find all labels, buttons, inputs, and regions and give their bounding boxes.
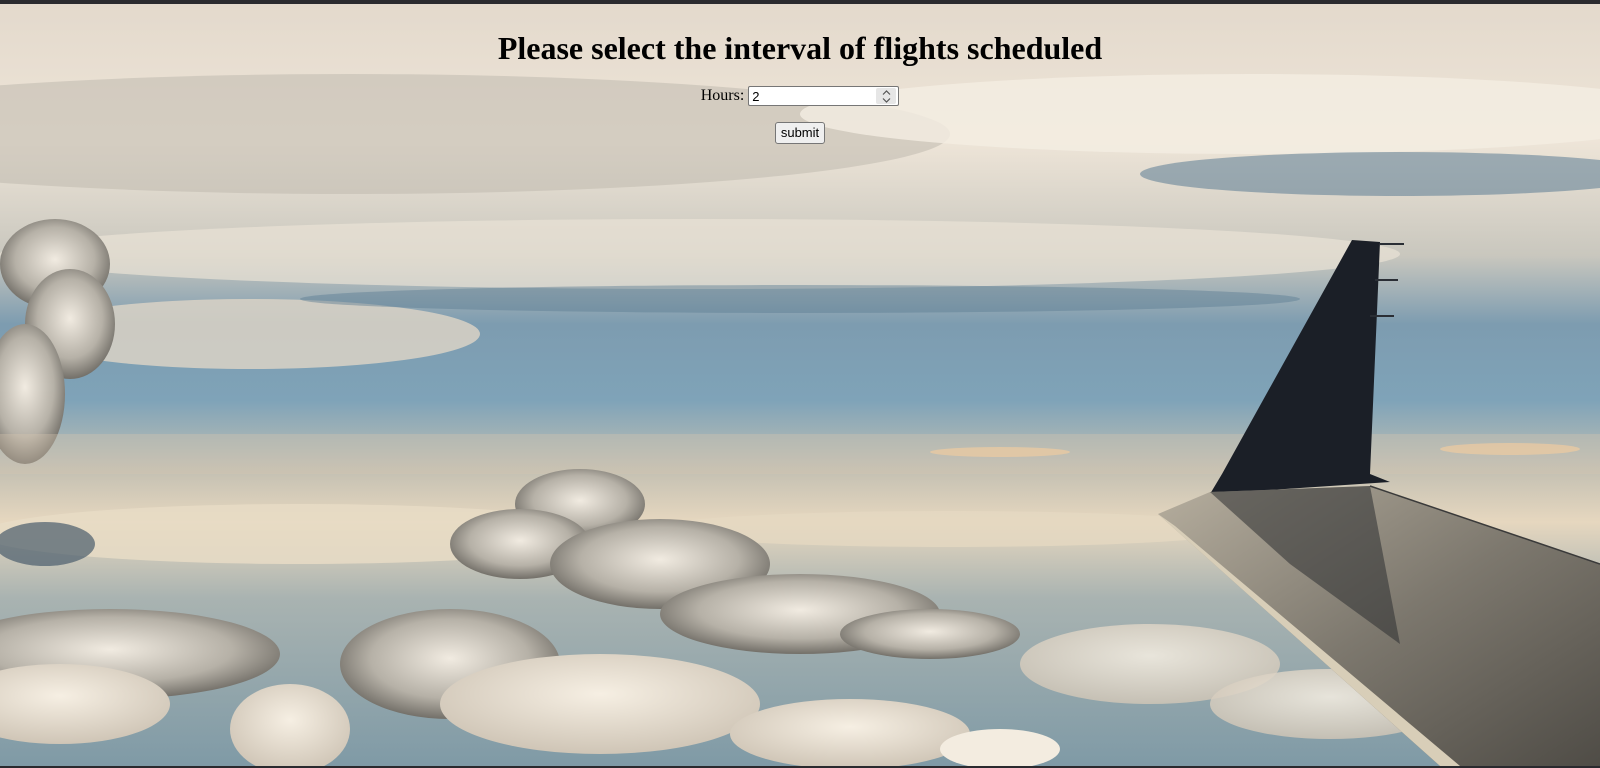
interval-form: Hours: submit	[0, 84, 1600, 144]
hours-label: Hours:	[700, 87, 745, 104]
submit-button[interactable]: submit	[774, 122, 826, 144]
hours-number-input[interactable]	[748, 86, 900, 106]
hours-row: Hours:	[0, 84, 1600, 108]
spin-down-icon[interactable]	[876, 96, 896, 104]
hours-spinner[interactable]	[876, 88, 897, 104]
page-canvas: Please select the interval of flights sc…	[0, 4, 1600, 766]
page-title: Please select the interval of flights sc…	[497, 30, 1103, 66]
submit-row: submit	[0, 122, 1600, 144]
hours-input[interactable]	[749, 87, 876, 105]
spin-up-icon[interactable]	[876, 88, 896, 96]
main-content: Please select the interval of flights sc…	[0, 4, 1600, 144]
